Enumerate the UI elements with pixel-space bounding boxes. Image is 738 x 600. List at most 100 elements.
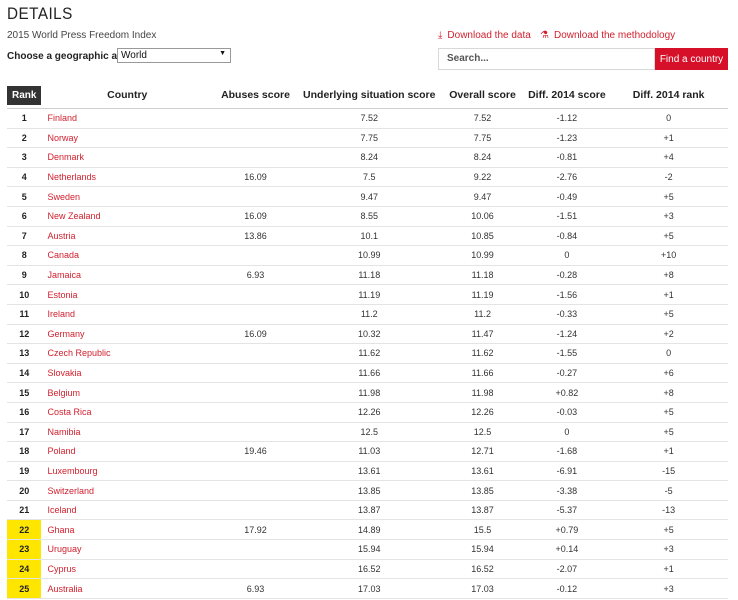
diff-rank-cell: +2 [609,324,728,345]
diff-score-cell: -0.12 [524,578,610,599]
rank-cell: 8 [7,245,42,266]
country-link[interactable]: Sweden [41,186,214,207]
underlying-score-cell: 7.5 [297,167,441,188]
abuses-score-cell [213,402,298,423]
country-link[interactable]: Czech Republic [41,343,214,364]
diff-rank-cell: +1 [609,441,728,462]
column-header-overall[interactable]: Overall score [440,82,525,109]
rank-cell: 5 [7,186,42,207]
country-link[interactable]: Cyprus [41,559,214,580]
country-search-input[interactable]: Search... [438,48,655,70]
rank-cell: 23 [7,539,42,560]
underlying-score-cell: 11.18 [297,265,441,286]
overall-score-cell: 9.22 [440,167,525,188]
table-row: 15 Belgium 11.98 11.98 +0.82 +8 [7,382,728,403]
abuses-score-cell [213,480,298,501]
diff-rank-cell: +5 [609,186,728,207]
abuses-score-cell [213,304,298,325]
download-data-label: Download the data [447,30,531,41]
underlying-score-cell: 7.75 [297,128,441,149]
country-link[interactable]: Poland [41,441,214,462]
rank-cell: 20 [7,480,42,501]
rank-cell: 13 [7,343,42,364]
overall-score-cell: 9.47 [440,186,525,207]
column-header-diff-rank[interactable]: Diff. 2014 rank [609,82,728,109]
country-link[interactable]: Finland [41,108,214,129]
country-link[interactable]: Namibia [41,422,214,443]
country-link[interactable]: Belgium [41,382,214,403]
abuses-score-cell [213,382,298,403]
rank-cell: 17 [7,422,42,443]
geo-area-select[interactable]: World ▼ [117,48,231,63]
table-row: 22 Ghana 17.92 14.89 15.5 +0.79 +5 [7,519,728,541]
country-link[interactable]: Jamaica [41,265,214,286]
country-link[interactable]: Uruguay [41,539,214,560]
column-header-abuses[interactable]: Abuses score [213,82,298,109]
country-link[interactable]: Ghana [41,519,214,541]
diff-rank-cell: +3 [609,206,728,227]
country-link[interactable]: Norway [41,128,214,149]
abuses-score-cell [213,128,298,149]
overall-score-cell: 13.87 [440,500,525,521]
diff-rank-cell: +5 [609,402,728,423]
overall-score-cell: 10.85 [440,226,525,247]
table-row: 10 Estonia 11.19 11.19 -1.56 +1 [7,284,728,305]
table-row: 6 New Zealand 16.09 8.55 10.06 -1.51 +3 [7,206,728,227]
diff-rank-cell: -5 [609,480,728,501]
abuses-score-cell [213,500,298,521]
download-data-link[interactable]: ⤓ Download the data [438,30,531,41]
abuses-score-cell [213,559,298,580]
diff-score-cell: +0.14 [524,539,610,560]
diff-score-cell: -0.27 [524,363,610,384]
country-link[interactable]: New Zealand [41,206,214,227]
column-header-country[interactable]: Country [41,82,214,109]
country-link[interactable]: Iceland [41,500,214,521]
rank-cell: 9 [7,265,42,286]
table-row: 14 Slovakia 11.66 11.66 -0.27 +6 [7,363,728,384]
download-methodology-link[interactable]: ⚗ Download the methodology [540,30,675,41]
country-link[interactable]: Costa Rica [41,402,214,423]
table-row: 11 Ireland 11.2 11.2 -0.33 +5 [7,304,728,325]
country-link[interactable]: Australia [41,578,214,599]
country-link[interactable]: Netherlands [41,167,214,188]
overall-score-cell: 13.61 [440,461,525,482]
underlying-score-cell: 8.55 [297,206,441,227]
country-link[interactable]: Ireland [41,304,214,325]
rank-cell: 22 [7,519,42,541]
abuses-score-cell: 17.92 [213,519,298,541]
country-link[interactable]: Luxembourg [41,461,214,482]
rank-cell: 2 [7,128,42,149]
column-header-rank[interactable]: Rank [7,82,42,109]
diff-score-cell: -0.84 [524,226,610,247]
column-header-diff-score[interactable]: Diff. 2014 score [524,82,610,109]
diff-score-cell: -1.12 [524,108,610,129]
country-link[interactable]: Slovakia [41,363,214,384]
overall-score-cell: 11.18 [440,265,525,286]
country-link[interactable]: Austria [41,226,214,247]
table-row: 17 Namibia 12.5 12.5 0 +5 [7,422,728,443]
column-header-underlying[interactable]: Underlying situation score [297,82,441,109]
underlying-score-cell: 7.52 [297,108,441,129]
diff-score-cell: -1.56 [524,284,610,305]
rank-cell: 14 [7,363,42,384]
download-methodology-label: Download the methodology [553,30,676,41]
diff-score-cell: -5.37 [524,500,610,521]
diff-rank-cell: +5 [609,226,728,247]
diff-rank-cell: +6 [609,363,728,384]
find-country-button[interactable]: Find a country [655,48,728,70]
country-link[interactable]: Canada [41,245,214,266]
diff-score-cell: 0 [524,245,610,266]
diff-score-cell: -0.03 [524,402,610,423]
abuses-score-cell: 6.93 [213,265,298,286]
abuses-score-cell [213,363,298,384]
country-link[interactable]: Switzerland [41,480,214,501]
underlying-score-cell: 17.03 [297,578,441,599]
country-link[interactable]: Estonia [41,284,214,305]
country-link[interactable]: Denmark [41,147,214,168]
abuses-score-cell: 6.93 [213,578,298,599]
country-link[interactable]: Germany [41,324,214,345]
diff-score-cell: -1.24 [524,324,610,345]
table-row: 1 Finland 7.52 7.52 -1.12 0 [7,108,728,129]
diff-score-cell: -0.33 [524,304,610,325]
underlying-score-cell: 11.66 [297,363,441,384]
